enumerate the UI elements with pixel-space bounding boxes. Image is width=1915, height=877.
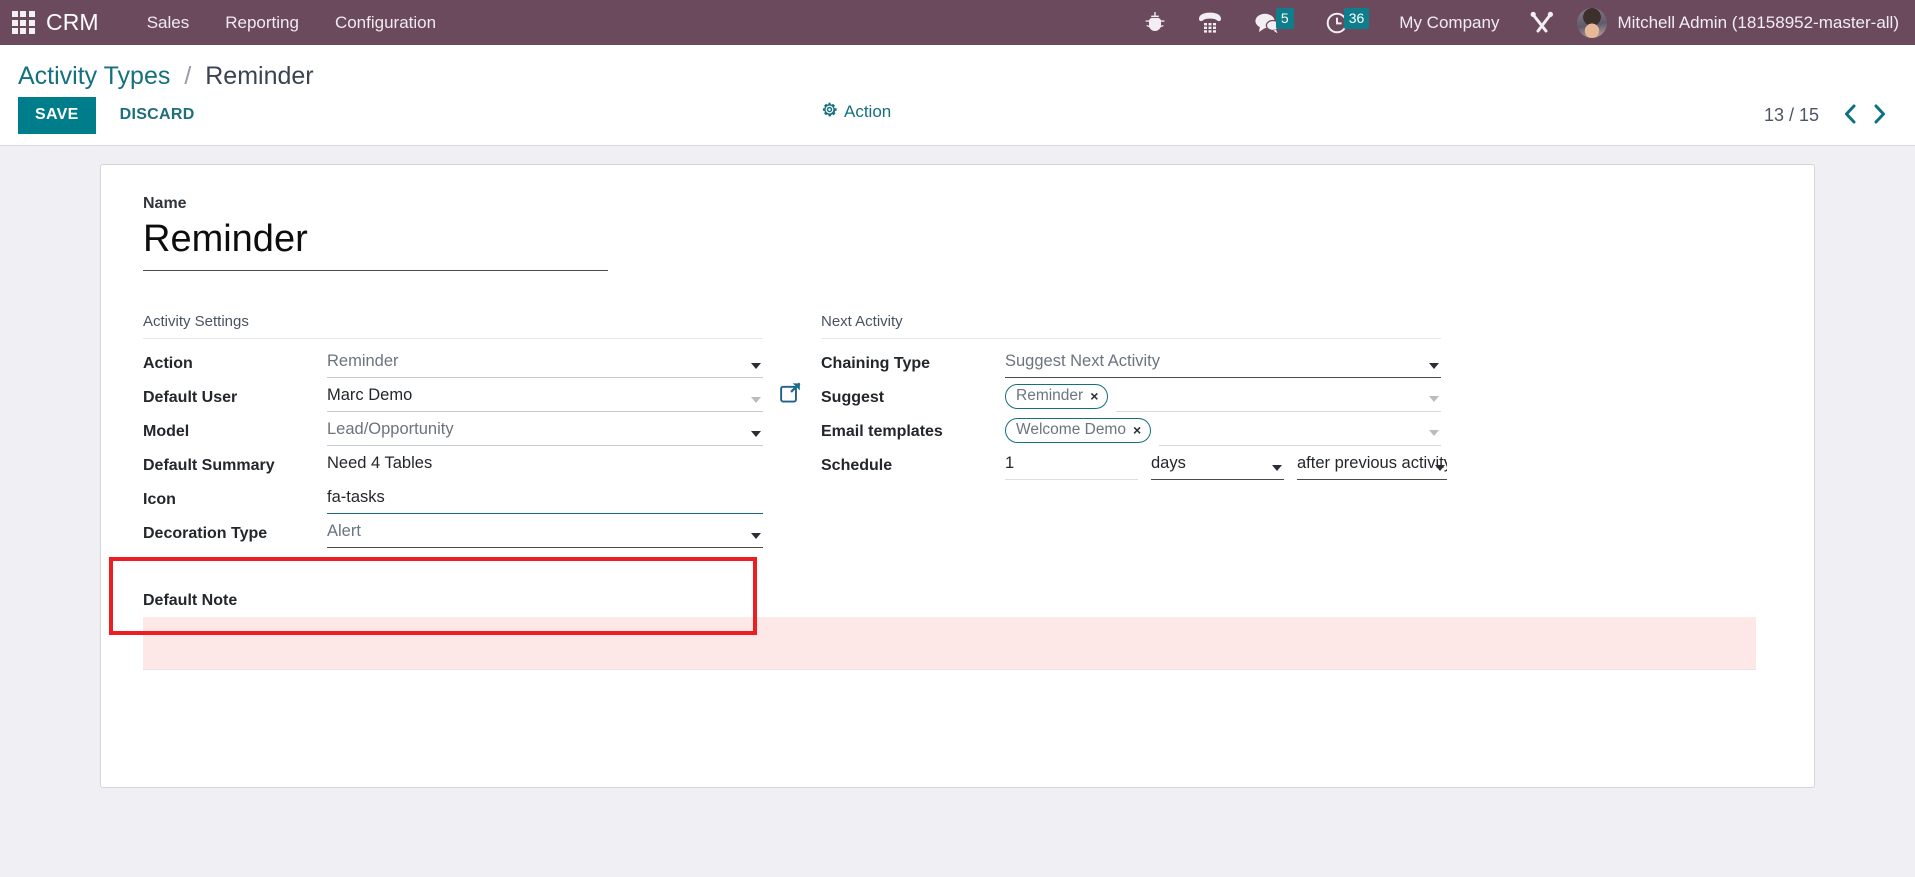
breadcrumb-current: Reminder <box>205 62 314 90</box>
email-template-tag-label: Welcome Demo <box>1016 420 1126 438</box>
discard-button[interactable]: DISCARD <box>106 97 209 134</box>
default-summary-input[interactable]: Need 4 Tables <box>327 454 763 480</box>
next-activity-group: Next Activity Chaining Type Suggest Next… <box>821 313 1447 548</box>
suggest-field-label: Suggest <box>821 388 885 406</box>
schedule-amount-input[interactable]: 1 <box>1005 454 1138 480</box>
activity-clock-icon[interactable]: 36 <box>1310 0 1386 45</box>
chaining-type-select[interactable]: Suggest Next Activity <box>1005 352 1441 378</box>
activity-settings-title: Activity Settings <box>143 313 763 339</box>
chevron-down-icon <box>1429 429 1439 436</box>
field-row-chaining-type: Chaining Type Suggest Next Activity <box>821 344 1441 378</box>
pager: 13 / 15 <box>1764 102 1897 129</box>
model-field-label: Model <box>143 422 190 440</box>
breadcrumb: Activity Types / Reminder <box>0 45 1915 98</box>
icon-field-label: Icon <box>143 490 176 508</box>
default-summary-field-label: Default Summary <box>143 456 275 474</box>
pager-next-button[interactable] <box>1867 102 1893 129</box>
decoration-type-select[interactable]: Alert <box>327 522 763 548</box>
activity-settings-group: Activity Settings Action Reminder Defaul… <box>143 313 801 548</box>
field-row-default-user: Default User Marc Demo <box>143 378 801 412</box>
field-row-suggest: Suggest Reminder × <box>821 378 1441 412</box>
action-menu-button[interactable]: Action <box>822 102 891 122</box>
activity-badge: 36 <box>1343 7 1370 29</box>
bug-icon[interactable] <box>1129 0 1181 45</box>
email-templates-field-label: Email templates <box>821 422 943 440</box>
next-activity-title: Next Activity <box>821 313 1441 339</box>
phone-keypad-icon[interactable] <box>1181 0 1239 45</box>
name-input[interactable]: Reminder <box>143 217 608 271</box>
company-switcher[interactable]: My Company <box>1385 13 1513 33</box>
default-user-field-label: Default User <box>143 388 238 406</box>
close-icon[interactable]: × <box>1090 388 1098 404</box>
apps-grid-icon[interactable] <box>0 0 46 45</box>
suggest-tag-list: Reminder × <box>1005 383 1441 412</box>
default-note-editor[interactable] <box>143 616 1756 670</box>
gear-icon <box>822 102 837 122</box>
email-templates-input[interactable] <box>1159 420 1441 446</box>
app-brand[interactable]: CRM <box>46 9 103 36</box>
avatar <box>1577 7 1608 38</box>
chevron-right-icon <box>1873 104 1887 127</box>
breadcrumb-separator: / <box>184 62 192 90</box>
breadcrumb-parent[interactable]: Activity Types <box>18 62 170 90</box>
schedule-reference-select[interactable]: after previous activity <box>1297 454 1447 480</box>
name-label: Name <box>143 195 187 213</box>
schedule-unit-select[interactable]: days <box>1151 454 1284 480</box>
decoration-type-field-label: Decoration Type <box>143 524 268 542</box>
user-name: Mitchell Admin (18158952-master-all) <box>1617 12 1899 32</box>
default-note-block: Default Note <box>143 592 1772 670</box>
suggest-input[interactable] <box>1116 386 1441 412</box>
messages-icon[interactable]: 5 <box>1239 0 1310 45</box>
field-row-email-templates: Email templates Welcome Demo × <box>821 412 1441 446</box>
pager-previous-button[interactable] <box>1837 102 1863 129</box>
close-icon[interactable]: × <box>1133 422 1141 438</box>
field-row-action: Action Reminder <box>143 344 763 378</box>
form-columns: Activity Settings Action Reminder Defaul… <box>143 313 1772 548</box>
field-row-schedule: Schedule 1 days after previous activity <box>821 446 1447 480</box>
field-row-decoration-type: Decoration Type Alert <box>143 514 763 548</box>
field-row-default-summary: Default Summary Need 4 Tables <box>143 446 763 480</box>
navbar-menu-sales[interactable]: Sales <box>129 0 208 45</box>
default-user-input[interactable]: Marc Demo <box>327 386 763 412</box>
action-select[interactable]: Reminder <box>327 352 763 378</box>
control-panel: Activity Types / Reminder SAVE DISCARD A… <box>0 45 1915 147</box>
action-field-label: Action <box>143 354 193 372</box>
chevron-down-icon <box>1429 395 1439 402</box>
top-navbar: CRM Sales Reporting Configuration 5 36 M… <box>0 0 1915 45</box>
schedule-field-label: Schedule <box>821 456 893 474</box>
navbar-menu-reporting[interactable]: Reporting <box>207 0 317 45</box>
external-link-icon[interactable] <box>780 382 801 408</box>
schedule-controls: 1 days after previous activity <box>1005 454 1447 480</box>
messages-badge: 5 <box>1275 7 1294 29</box>
navbar-menu-configuration[interactable]: Configuration <box>317 0 454 45</box>
suggest-tag[interactable]: Reminder × <box>1005 383 1109 409</box>
form-sheet: Name Reminder Activity Settings Action R… <box>100 164 1815 789</box>
save-button[interactable]: SAVE <box>18 97 96 135</box>
name-field-block: Name Reminder <box>143 195 1772 271</box>
email-template-tag[interactable]: Welcome Demo × <box>1005 417 1152 443</box>
icon-input[interactable]: fa-tasks <box>327 488 763 514</box>
chaining-type-field-label: Chaining Type <box>821 354 931 372</box>
navbar-systray: 5 36 My Company Mitchell Admin (18158952… <box>1129 0 1915 45</box>
model-select[interactable]: Lead/Opportunity <box>327 420 763 446</box>
email-templates-tag-list: Welcome Demo × <box>1005 417 1441 446</box>
suggest-tag-label: Reminder <box>1016 386 1084 404</box>
field-row-model: Model Lead/Opportunity <box>143 412 763 446</box>
chevron-left-icon <box>1843 104 1857 127</box>
user-menu[interactable]: Mitchell Admin (18158952-master-all) <box>1571 7 1909 38</box>
pager-count: 13 / 15 <box>1763 105 1819 126</box>
form-view-area: Name Reminder Activity Settings Action R… <box>0 146 1915 867</box>
action-menu-label: Action <box>844 102 892 122</box>
control-panel-actions: SAVE DISCARD Action 13 / 15 <box>0 97 1915 145</box>
field-row-icon: Icon fa-tasks <box>143 480 763 514</box>
wrench-screwdriver-icon[interactable] <box>1513 0 1571 45</box>
default-note-label: Default Note <box>143 591 238 609</box>
